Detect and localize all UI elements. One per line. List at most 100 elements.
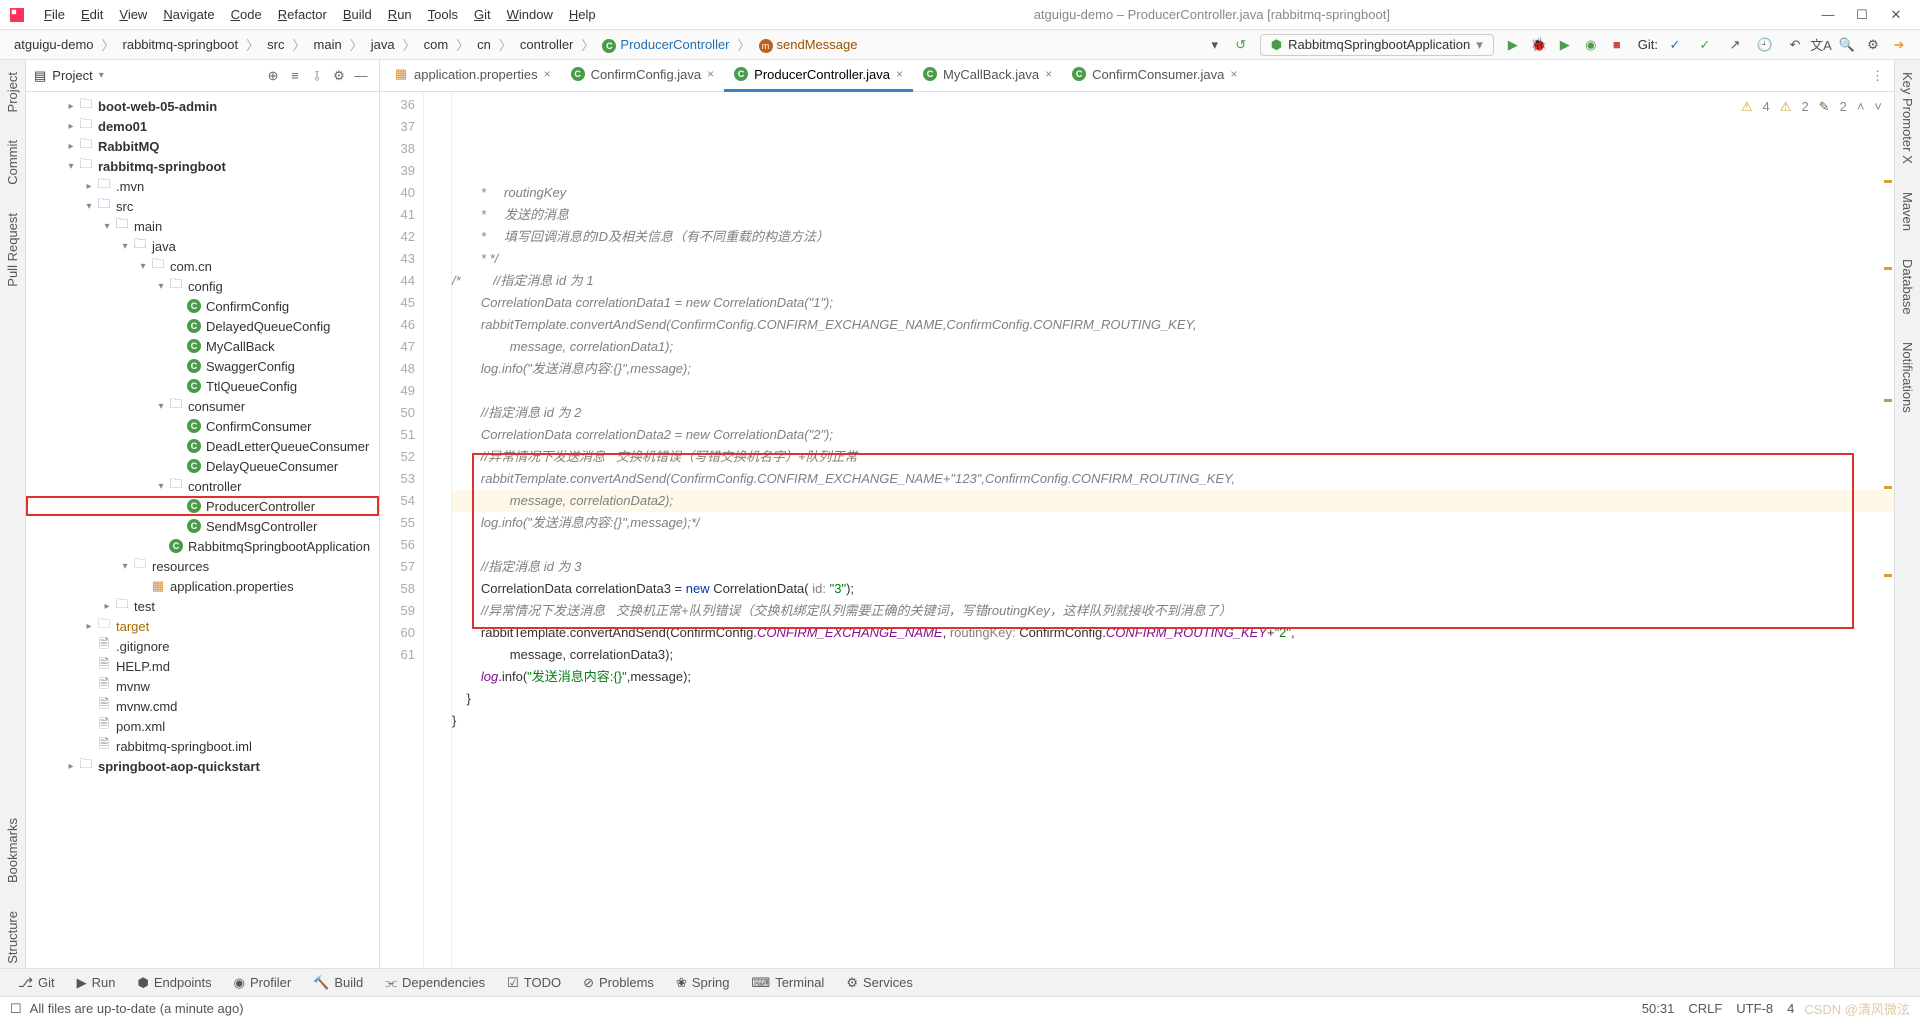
tree-item-HELP.md[interactable]: 🗎HELP.md xyxy=(26,656,379,676)
tree-item-DeadLetterQueueConsumer[interactable]: CDeadLetterQueueConsumer xyxy=(26,436,379,456)
tree-item-com.cn[interactable]: ▾🗀com.cn xyxy=(26,256,379,276)
bottom-tool-dependencies[interactable]: ⫘Dependencies xyxy=(375,973,495,993)
close-tab-icon[interactable]: × xyxy=(544,67,551,81)
tree-item-consumer[interactable]: ▾🗀consumer xyxy=(26,396,379,416)
tab-ProducerController.java[interactable]: CProducerController.java× xyxy=(724,60,913,92)
tree-item-boot-web-05-admin[interactable]: ▸🗀boot-web-05-admin xyxy=(26,96,379,116)
tree-item-.mvn[interactable]: ▸🗀.mvn xyxy=(26,176,379,196)
breadcrumb-java[interactable]: java xyxy=(365,35,401,54)
tree-item-RabbitMQ[interactable]: ▸🗀RabbitMQ xyxy=(26,136,379,156)
expand-all-icon[interactable]: ≡ xyxy=(285,66,305,86)
menu-run[interactable]: Run xyxy=(380,3,420,26)
project-tree[interactable]: ▸🗀boot-web-05-admin▸🗀demo01▸🗀RabbitMQ▾🗀r… xyxy=(26,92,379,968)
menu-build[interactable]: Build xyxy=(335,3,380,26)
inspection-widget[interactable]: ⚠4 ⚠2 ✎2 ˄ ˅ xyxy=(1741,96,1882,118)
bottom-tool-todo[interactable]: ☑TODO xyxy=(497,973,571,993)
breadcrumb-src[interactable]: src xyxy=(261,35,290,54)
tree-item-mvnw.cmd[interactable]: 🗎mvnw.cmd xyxy=(26,696,379,716)
tree-item-src[interactable]: ▾🗀src xyxy=(26,196,379,216)
minimize-button[interactable]: — xyxy=(1820,7,1836,23)
right-tool-key-promoter-x[interactable]: Key Promoter X xyxy=(1900,68,1915,168)
commit-icon[interactable]: ✓ xyxy=(1694,34,1716,56)
select-opened-file-icon[interactable]: ⊕ xyxy=(263,66,283,86)
menu-edit[interactable]: Edit xyxy=(73,3,111,26)
left-tool-bookmarks[interactable]: Bookmarks xyxy=(5,814,20,887)
chevron-down-icon[interactable]: ˅ xyxy=(1874,96,1882,118)
tree-item-pom.xml[interactable]: 🗎pom.xml xyxy=(26,716,379,736)
tree-item-main[interactable]: ▾🗀main xyxy=(26,216,379,236)
tab-ConfirmConfig.java[interactable]: CConfirmConfig.java× xyxy=(561,60,725,92)
tree-item-test[interactable]: ▸🗀test xyxy=(26,596,379,616)
run-configuration-selector[interactable]: ⬢ RabbitmqSpringbootApplication ▾ xyxy=(1260,34,1494,56)
menu-git[interactable]: Git xyxy=(466,3,499,26)
menu-view[interactable]: View xyxy=(111,3,155,26)
file-encoding[interactable]: UTF-8 xyxy=(1736,1001,1773,1016)
tree-item-resources[interactable]: ▾🗀resources xyxy=(26,556,379,576)
indent-size[interactable]: 4 xyxy=(1787,1001,1794,1016)
bottom-tool-build[interactable]: 🔨Build xyxy=(303,973,373,993)
menu-tools[interactable]: Tools xyxy=(420,3,466,26)
bottom-tool-git[interactable]: ⎇Git xyxy=(8,973,65,993)
tree-item-DelayedQueueConfig[interactable]: CDelayedQueueConfig xyxy=(26,316,379,336)
close-tab-icon[interactable]: × xyxy=(707,67,714,81)
collapse-all-icon[interactable]: ⫱ xyxy=(307,66,327,86)
caret-position[interactable]: 50:31 xyxy=(1642,1001,1675,1016)
bottom-tool-profiler[interactable]: ◉Profiler xyxy=(224,973,302,993)
breadcrumb-main[interactable]: main xyxy=(308,35,348,54)
left-tool-pull request[interactable]: Pull Request xyxy=(5,209,20,291)
build-hammer-icon[interactable]: ↺ xyxy=(1230,34,1252,56)
breadcrumb-atguigu-demo[interactable]: atguigu-demo xyxy=(8,35,100,54)
tree-item-SendMsgController[interactable]: CSendMsgController xyxy=(26,516,379,536)
menu-file[interactable]: File xyxy=(36,3,73,26)
tree-item-config[interactable]: ▾🗀config xyxy=(26,276,379,296)
tree-item-TtlQueueConfig[interactable]: CTtlQueueConfig xyxy=(26,376,379,396)
update-project-icon[interactable]: ✓ xyxy=(1664,34,1686,56)
breadcrumb-rabbitmq-springboot[interactable]: rabbitmq-springboot xyxy=(117,35,245,54)
tree-item-springboot-aop-quickstart[interactable]: ▸🗀springboot-aop-quickstart xyxy=(26,756,379,776)
code-body[interactable]: ⚠4 ⚠2 ✎2 ˄ ˅ * routingKey * 发送的消息 * 填写回调… xyxy=(452,92,1894,968)
tree-item-demo01[interactable]: ▸🗀demo01 xyxy=(26,116,379,136)
tree-item-java[interactable]: ▾🗀java xyxy=(26,236,379,256)
left-tool-structure[interactable]: Structure xyxy=(5,907,20,968)
tree-item-SwaggerConfig[interactable]: CSwaggerConfig xyxy=(26,356,379,376)
close-tab-icon[interactable]: × xyxy=(1230,67,1237,81)
tree-item-application.properties[interactable]: ▦application.properties xyxy=(26,576,379,596)
breadcrumb-ProducerController[interactable]: CProducerController xyxy=(596,35,735,55)
bottom-tool-terminal[interactable]: ⌨Terminal xyxy=(741,973,834,993)
code-editor[interactable]: 3637383940414243444546474849505152535455… xyxy=(380,92,1894,968)
tab-MyCallBack.java[interactable]: CMyCallBack.java× xyxy=(913,60,1062,92)
tree-item-ProducerController[interactable]: CProducerController xyxy=(26,496,379,516)
settings-gear-icon[interactable]: ⚙ xyxy=(329,66,349,86)
menu-refactor[interactable]: Refactor xyxy=(270,3,335,26)
bottom-tool-run[interactable]: ▶Run xyxy=(67,973,126,993)
right-tool-notifications[interactable]: Notifications xyxy=(1900,338,1915,417)
line-separator[interactable]: CRLF xyxy=(1688,1001,1722,1016)
tree-item-.gitignore[interactable]: 🗎.gitignore xyxy=(26,636,379,656)
hide-panel-icon[interactable]: — xyxy=(351,66,371,86)
left-tool-commit[interactable]: Commit xyxy=(5,136,20,189)
breadcrumb-cn[interactable]: cn xyxy=(471,35,497,54)
close-tab-icon[interactable]: × xyxy=(1045,67,1052,81)
tree-item-RabbitmqSpringbootApplication[interactable]: CRabbitmqSpringbootApplication xyxy=(26,536,379,556)
bottom-tool-spring[interactable]: ❀Spring xyxy=(666,973,739,993)
stop-button[interactable]: ■ xyxy=(1606,34,1628,56)
coverage-button[interactable]: ▶ xyxy=(1554,34,1576,56)
search-icon[interactable]: 🔍 xyxy=(1836,34,1858,56)
tree-item-target[interactable]: ▸🗀target xyxy=(26,616,379,636)
debug-button[interactable]: 🐞 xyxy=(1528,34,1550,56)
profile-button[interactable]: ◉ xyxy=(1580,34,1602,56)
tree-item-ConfirmConfig[interactable]: CConfirmConfig xyxy=(26,296,379,316)
tree-item-ConfirmConsumer[interactable]: CConfirmConsumer xyxy=(26,416,379,436)
bottom-tool-endpoints[interactable]: ⬢Endpoints xyxy=(127,973,221,993)
bottom-tool-problems[interactable]: ⊘Problems xyxy=(573,973,664,993)
breadcrumb-controller[interactable]: controller xyxy=(514,35,579,54)
breadcrumb-com[interactable]: com xyxy=(418,35,455,54)
menu-code[interactable]: Code xyxy=(223,3,270,26)
tree-item-rabbitmq-springboot.iml[interactable]: 🗎rabbitmq-springboot.iml xyxy=(26,736,379,756)
left-tool-project[interactable]: Project xyxy=(5,68,20,116)
tree-item-rabbitmq-springboot[interactable]: ▾🗀rabbitmq-springboot xyxy=(26,156,379,176)
push-icon[interactable]: ↗ xyxy=(1724,34,1746,56)
bottom-tool-services[interactable]: ⚙Services xyxy=(836,973,923,993)
close-button[interactable]: ✕ xyxy=(1888,7,1904,23)
menu-window[interactable]: Window xyxy=(499,3,561,26)
